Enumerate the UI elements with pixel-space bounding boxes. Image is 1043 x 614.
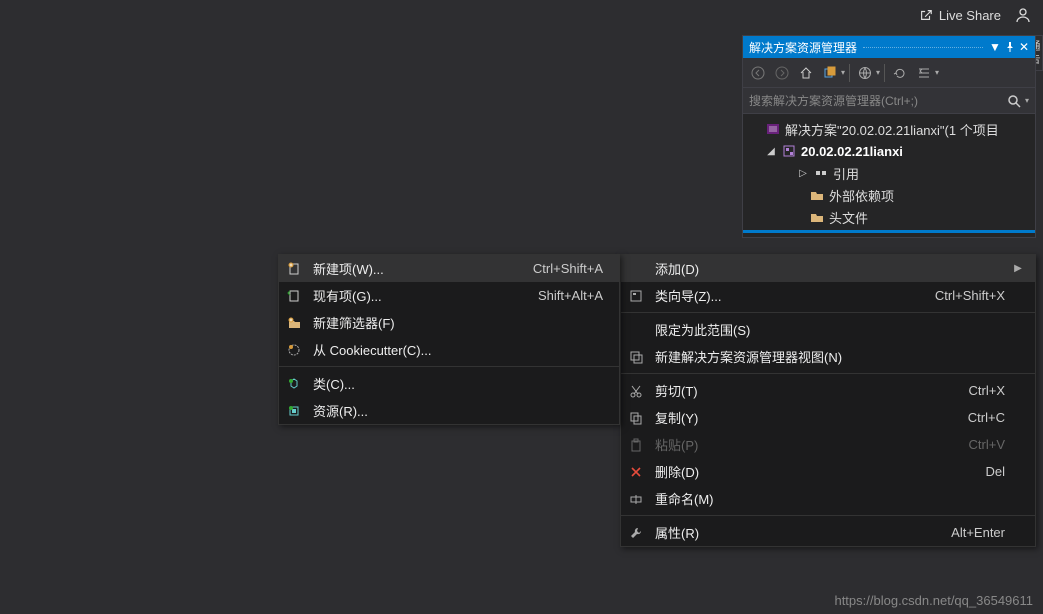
refresh-icon[interactable] xyxy=(889,62,911,84)
search-placeholder: 搜索解决方案资源管理器(Ctrl+;) xyxy=(749,92,1007,109)
live-share-label: Live Share xyxy=(939,8,1001,23)
new-filter-icon xyxy=(279,316,309,330)
solution-icon xyxy=(765,121,781,137)
folder-icon xyxy=(809,187,825,203)
folder-icon xyxy=(809,209,825,225)
nav-forward-icon[interactable] xyxy=(771,62,793,84)
menu-class[interactable]: 类(C)... xyxy=(279,370,619,397)
wrench-icon xyxy=(621,526,651,540)
panel-search[interactable]: 搜索解决方案资源管理器(Ctrl+;) ▾ xyxy=(743,88,1035,114)
dropdown-icon[interactable]: ▾ xyxy=(841,68,845,77)
external-deps-label: 外部依赖项 xyxy=(829,186,894,205)
new-view-icon xyxy=(621,350,651,364)
nav-back-icon[interactable] xyxy=(747,62,769,84)
references-node[interactable]: ▷ 引用 xyxy=(743,162,1035,184)
menu-existing-item[interactable]: 现有项(G)... Shift+Alt+A xyxy=(279,282,619,309)
home-icon[interactable] xyxy=(795,62,817,84)
live-share-button[interactable]: Live Share xyxy=(919,8,1001,23)
watermark: https://blog.csdn.net/qq_36549611 xyxy=(834,593,1033,608)
panel-close-icon[interactable]: ✕ xyxy=(1019,40,1029,54)
menu-separator xyxy=(621,373,1035,374)
existing-item-icon xyxy=(279,289,309,303)
menu-copy[interactable]: 复制(Y) Ctrl+C xyxy=(621,404,1035,431)
dropdown-icon[interactable]: ▾ xyxy=(935,68,939,77)
menu-separator xyxy=(621,515,1035,516)
references-icon xyxy=(813,165,829,181)
collapse-icon[interactable] xyxy=(913,62,935,84)
new-item-icon xyxy=(279,262,309,276)
expand-icon[interactable]: ▷ xyxy=(797,168,809,179)
panel-toolbar: ▾ ▾ ▾ xyxy=(743,58,1035,88)
menu-cookiecutter[interactable]: 从 Cookiecutter(C)... xyxy=(279,336,619,363)
class-icon xyxy=(279,377,309,391)
menu-resource[interactable]: 资源(R)... xyxy=(279,397,619,424)
project-icon xyxy=(781,143,797,159)
context-menu-main: 添加(D) ▶ 类向导(Z)... Ctrl+Shift+X 限定为此范围(S)… xyxy=(620,254,1036,547)
external-deps-node[interactable]: 外部依赖项 xyxy=(743,184,1035,206)
headers-label: 头文件 xyxy=(829,208,868,227)
delete-icon xyxy=(621,465,651,479)
menu-new-item[interactable]: 新建项(W)... Ctrl+Shift+A xyxy=(279,255,619,282)
references-label: 引用 xyxy=(833,164,859,183)
menu-properties[interactable]: 属性(R) Alt+Enter xyxy=(621,519,1035,546)
menu-paste: 粘贴(P) Ctrl+V xyxy=(621,431,1035,458)
globe-icon[interactable] xyxy=(854,62,876,84)
class-wizard-icon xyxy=(621,289,651,303)
switch-view-icon[interactable] xyxy=(819,62,841,84)
headers-node[interactable]: 头文件 xyxy=(743,206,1035,228)
expand-icon[interactable]: ◢ xyxy=(765,146,777,157)
project-node[interactable]: ◢ 20.02.02.21lianxi xyxy=(743,140,1035,162)
menu-separator xyxy=(621,312,1035,313)
menu-new-view[interactable]: 新建解决方案资源管理器视图(N) xyxy=(621,343,1035,370)
search-dropdown-icon[interactable]: ▾ xyxy=(1025,96,1029,105)
dropdown-icon[interactable]: ▾ xyxy=(876,68,880,77)
panel-dropdown-icon[interactable]: ▼ xyxy=(989,40,1001,54)
panel-title-bar[interactable]: 解决方案资源管理器 ▼ ✕ xyxy=(743,36,1035,58)
menu-add[interactable]: 添加(D) ▶ xyxy=(621,255,1035,282)
menu-separator xyxy=(279,366,619,367)
copy-icon xyxy=(621,411,651,425)
panel-title-text: 解决方案资源管理器 xyxy=(749,39,857,56)
rename-icon xyxy=(621,492,651,506)
menu-new-filter[interactable]: 新建筛选器(F) xyxy=(279,309,619,336)
menu-rename[interactable]: 重命名(M) xyxy=(621,485,1035,512)
resource-icon xyxy=(279,404,309,418)
solution-node[interactable]: 解决方案"20.02.02.21lianxi"(1 个项目 xyxy=(743,118,1035,140)
menu-delete[interactable]: 删除(D) Del xyxy=(621,458,1035,485)
paste-icon xyxy=(621,438,651,452)
menu-cut[interactable]: 剪切(T) Ctrl+X xyxy=(621,377,1035,404)
search-icon[interactable] xyxy=(1007,94,1021,108)
solution-explorer-panel: 解决方案资源管理器 ▼ ✕ ▾ ▾ ▾ 搜索解决方案资源管理器(Ctrl+;) … xyxy=(742,35,1036,238)
title-bar-right: Live Share xyxy=(919,0,1043,30)
solution-tree: 解决方案"20.02.02.21lianxi"(1 个项目 ◢ 20.02.02… xyxy=(743,114,1035,237)
project-label: 20.02.02.21lianxi xyxy=(801,144,903,159)
cookiecutter-icon xyxy=(279,343,309,357)
solution-label: 解决方案"20.02.02.21lianxi"(1 个项目 xyxy=(785,120,999,139)
context-submenu-add: 新建项(W)... Ctrl+Shift+A 现有项(G)... Shift+A… xyxy=(278,254,620,425)
share-icon xyxy=(919,8,933,22)
submenu-arrow-icon: ▶ xyxy=(1011,263,1025,274)
panel-pin-icon[interactable] xyxy=(1005,42,1015,52)
cut-icon xyxy=(621,384,651,398)
account-icon[interactable] xyxy=(1015,7,1031,23)
menu-class-wizard[interactable]: 类向导(Z)... Ctrl+Shift+X xyxy=(621,282,1035,309)
menu-scope[interactable]: 限定为此范围(S) xyxy=(621,316,1035,343)
selection-indicator xyxy=(743,230,1035,233)
